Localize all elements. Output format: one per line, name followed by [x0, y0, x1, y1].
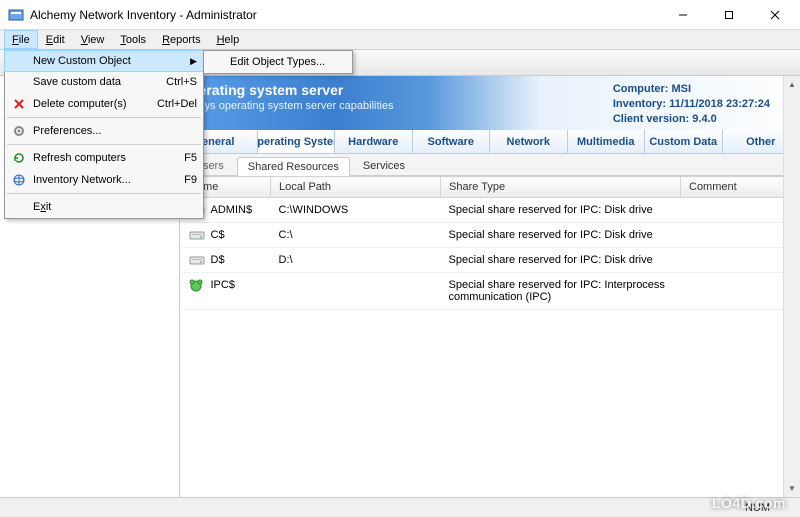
cell-local-path: C:\WINDOWS — [271, 198, 441, 223]
blank-icon — [9, 53, 29, 69]
menubar: File Edit View Tools Reports Help — [0, 30, 800, 50]
sub-tabs: Users Shared Resources Services — [180, 154, 800, 176]
table-row[interactable]: D$ D:\Special share reserved for IPC: Dis… — [181, 248, 800, 273]
status-bar: NUM — [0, 497, 800, 517]
menu-new-custom-object[interactable]: New Custom Object ▶ — [4, 50, 204, 72]
menu-separator — [7, 144, 201, 145]
scroll-down-button[interactable]: ▼ — [784, 480, 800, 497]
cell-comment — [681, 223, 800, 248]
cell-name: IPC$ — [211, 279, 235, 291]
menu-help[interactable]: Help — [209, 30, 248, 49]
window-controls — [660, 0, 798, 30]
file-menu-dropdown: New Custom Object ▶ Save custom data Ctr… — [4, 50, 204, 219]
header-banner: perating system server plays operating s… — [180, 76, 800, 130]
ipc-icon — [189, 279, 205, 291]
menu-refresh-computers[interactable]: Refresh computers F5 — [5, 147, 203, 169]
subtab-shared-resources[interactable]: Shared Resources — [237, 157, 350, 176]
subtab-services[interactable]: Services — [352, 156, 416, 175]
app-icon — [8, 7, 24, 23]
menu-separator — [7, 117, 201, 118]
table-header-row: Name Local Path Share Type Comment — [181, 177, 800, 198]
menu-save-custom-data[interactable]: Save custom data Ctrl+S — [5, 71, 203, 93]
table-row[interactable]: IPC$ Special share reserved for IPC: Inte… — [181, 273, 800, 310]
scroll-track[interactable] — [784, 93, 800, 480]
menu-edit-object-types[interactable]: Edit Object Types... — [204, 51, 352, 73]
category-tabs: eneral Operating System Hardware Softwar… — [180, 130, 800, 154]
close-button[interactable] — [752, 0, 798, 30]
detail-pane: perating system server plays operating s… — [180, 76, 800, 497]
table-row[interactable]: ADMIN$ C:\WINDOWSSpecial share reserved f… — [181, 198, 800, 223]
table-row[interactable]: C$ C:\Special share reserved for IPC: Dis… — [181, 223, 800, 248]
new-custom-object-submenu: Edit Object Types... — [203, 50, 353, 74]
menu-file[interactable]: File — [4, 30, 38, 49]
cell-comment — [681, 248, 800, 273]
cell-comment — [681, 198, 800, 223]
drive-icon — [189, 229, 205, 241]
tab-network[interactable]: Network — [490, 130, 568, 153]
refresh-icon — [9, 150, 29, 166]
menu-preferences[interactable]: Preferences... — [5, 120, 203, 142]
cell-share-type: Special share reserved for IPC: Interpro… — [441, 273, 681, 310]
cell-share-type: Special share reserved for IPC: Disk dri… — [441, 198, 681, 223]
menu-view[interactable]: View — [73, 30, 113, 49]
banner-subtitle: plays operating system server capabiliti… — [190, 100, 613, 112]
tab-hardware[interactable]: Hardware — [335, 130, 413, 153]
col-local-path[interactable]: Local Path — [271, 177, 441, 198]
menu-separator — [7, 193, 201, 194]
menu-edit[interactable]: Edit — [38, 30, 73, 49]
tab-custom-data[interactable]: Custom Data — [645, 130, 723, 153]
cell-share-type: Special share reserved for IPC: Disk dri… — [441, 223, 681, 248]
maximize-button[interactable] — [706, 0, 752, 30]
cell-local-path: D:\ — [271, 248, 441, 273]
cell-name: C$ — [211, 229, 225, 241]
tab-software[interactable]: Software — [413, 130, 491, 153]
delete-icon — [9, 96, 29, 112]
minimize-button[interactable] — [660, 0, 706, 30]
blank-icon — [9, 199, 29, 215]
network-icon — [9, 172, 29, 188]
menu-inventory-network[interactable]: Inventory Network... F9 — [5, 169, 203, 191]
tab-multimedia[interactable]: Multimedia — [568, 130, 646, 153]
menu-tools[interactable]: Tools — [112, 30, 154, 49]
cell-comment — [681, 273, 800, 310]
cell-name: ADMIN$ — [211, 204, 253, 216]
gear-icon — [9, 123, 29, 139]
cell-local-path — [271, 273, 441, 310]
scroll-up-button[interactable]: ▲ — [784, 76, 800, 93]
vertical-scrollbar[interactable]: ▲ ▼ — [783, 76, 800, 497]
drive-icon — [189, 254, 205, 266]
tab-operating-system[interactable]: Operating System — [258, 130, 336, 153]
banner-title: perating system server — [190, 82, 613, 98]
menu-reports[interactable]: Reports — [154, 30, 209, 49]
submenu-arrow-icon: ▶ — [190, 56, 197, 67]
col-share-type[interactable]: Share Type — [441, 177, 681, 198]
col-comment[interactable]: Comment — [681, 177, 800, 198]
titlebar: Alchemy Network Inventory - Administrato… — [0, 0, 800, 30]
menu-exit[interactable]: Exit — [5, 196, 203, 218]
shared-resources-grid[interactable]: Name Local Path Share Type Comment ADMIN… — [180, 176, 800, 497]
cell-share-type: Special share reserved for IPC: Disk dri… — [441, 248, 681, 273]
cell-name: D$ — [211, 254, 225, 266]
watermark: LO4D.com — [712, 495, 786, 511]
menu-delete-computers[interactable]: Delete computer(s) Ctrl+Del — [5, 93, 203, 115]
banner-info: Computer: MSI Inventory: 11/11/2018 23:2… — [613, 82, 790, 124]
window-title: Alchemy Network Inventory - Administrato… — [30, 8, 660, 22]
cell-local-path: C:\ — [271, 223, 441, 248]
blank-icon — [9, 74, 29, 90]
